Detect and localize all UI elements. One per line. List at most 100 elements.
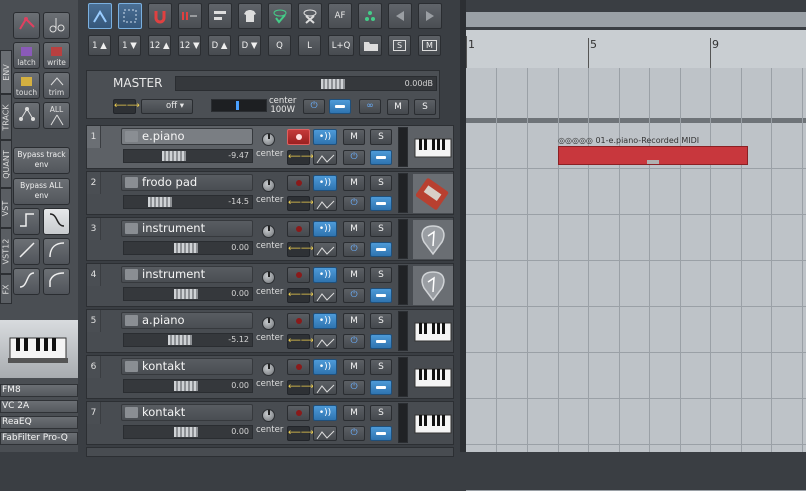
fx-button[interactable]: [370, 380, 392, 395]
power-icon[interactable]: ⏻: [343, 334, 365, 349]
fx-button[interactable]: [370, 242, 392, 257]
io-routing-button[interactable]: ⟵⟶: [287, 380, 314, 395]
solo-button[interactable]: S: [370, 267, 392, 283]
power-icon[interactable]: ⏻: [343, 150, 365, 165]
mute-button[interactable]: M: [343, 359, 365, 375]
fx-button[interactable]: [370, 426, 392, 441]
folder-icon[interactable]: [125, 269, 138, 280]
folder-icon[interactable]: [359, 35, 382, 56]
track-name-field[interactable]: kontakt: [121, 358, 253, 375]
shape-linear-button[interactable]: [13, 238, 40, 265]
mute-button[interactable]: M: [343, 313, 365, 329]
track-name-field[interactable]: kontakt: [121, 404, 253, 421]
track-name-field[interactable]: instrument: [121, 220, 253, 237]
envelope-icon[interactable]: [313, 196, 337, 211]
tab-track[interactable]: TRACK: [0, 94, 12, 140]
master-pan-slider[interactable]: [211, 99, 267, 112]
envelope-points-button[interactable]: [13, 102, 40, 129]
snap-magnet-icon[interactable]: [148, 3, 172, 29]
grid-snap-icon[interactable]: [118, 3, 142, 29]
touch-button[interactable]: touch: [13, 72, 40, 99]
tab-vst12[interactable]: VST12: [0, 228, 12, 274]
all-button[interactable]: ALL: [43, 102, 70, 129]
master-volume-fader[interactable]: 0.00dB: [175, 76, 437, 91]
master-fader-knob[interactable]: [321, 79, 345, 89]
io-routing-button[interactable]: ⟵⟶: [287, 196, 314, 211]
track-row[interactable]: 2 frodo pad -14.5 center •)) M S ⟵⟶ ⏻: [86, 171, 454, 215]
fader-knob[interactable]: [174, 427, 198, 437]
pan-knob[interactable]: [262, 179, 275, 192]
monitor-icon[interactable]: •)): [313, 405, 337, 421]
pan-knob[interactable]: [262, 271, 275, 284]
shape-square-button[interactable]: [13, 208, 40, 235]
shape-slow-button[interactable]: [43, 208, 70, 235]
master-io-button[interactable]: ⟵⟶: [113, 99, 140, 114]
power-icon[interactable]: ⏻: [343, 288, 365, 303]
record-arm-button[interactable]: [287, 359, 310, 375]
pan-knob[interactable]: [262, 363, 275, 376]
power-icon[interactable]: ⏻: [343, 196, 365, 211]
folder-icon[interactable]: [125, 223, 138, 234]
fx-slot[interactable]: VC 2A: [0, 400, 78, 413]
record-arm-button[interactable]: [287, 175, 310, 191]
track-name-field[interactable]: frodo pad: [121, 174, 253, 191]
bypass-track-env-button[interactable]: Bypass track env: [13, 147, 70, 174]
monitor-icon[interactable]: •)): [313, 221, 337, 237]
timeline-ruler[interactable]: 1 5 9: [466, 30, 806, 68]
solo-button[interactable]: S: [370, 129, 392, 145]
folder-icon[interactable]: [125, 177, 138, 188]
fx-button[interactable]: [370, 196, 392, 211]
shape-fast-end-button[interactable]: [43, 268, 70, 295]
fader-knob[interactable]: [174, 381, 198, 391]
folder-icon[interactable]: [125, 315, 138, 326]
tab-vst[interactable]: VST: [0, 188, 12, 228]
eye-cross-icon[interactable]: [298, 3, 322, 29]
track-name-field[interactable]: instrument: [121, 266, 253, 283]
d-up-button[interactable]: D ▲: [208, 35, 231, 56]
fx-slot[interactable]: FM8: [0, 384, 78, 397]
tab-env[interactable]: ENV: [0, 50, 12, 94]
power-icon[interactable]: ⏻: [343, 380, 365, 395]
midi-item-body[interactable]: [558, 146, 748, 165]
track-row[interactable]: 5 a.piano -5.12 center •)) M S ⟵⟶ ⏻: [86, 309, 454, 353]
master-fx-button[interactable]: [329, 99, 351, 114]
envelope-tool-button[interactable]: [13, 12, 40, 39]
power-icon[interactable]: ⏻: [343, 242, 365, 257]
trim-button[interactable]: trim: [43, 72, 70, 99]
write-button[interactable]: write: [43, 42, 70, 69]
monitor-icon[interactable]: •)): [313, 313, 337, 329]
envelope-icon[interactable]: [313, 150, 337, 165]
latch-button[interactable]: latch: [13, 42, 40, 69]
solo-button[interactable]: S: [370, 221, 392, 237]
mute-box-button[interactable]: M: [418, 35, 441, 56]
monitor-icon[interactable]: •)): [313, 359, 337, 375]
fx-button[interactable]: [370, 334, 392, 349]
record-arm-button[interactable]: [287, 313, 310, 329]
next-icon[interactable]: [418, 3, 442, 29]
midi-item[interactable]: ◎◎◎◎◎ 01-e.piano-Recorded MIDI: [558, 134, 748, 166]
legato-quantize-button[interactable]: L+Q: [328, 35, 354, 56]
power-icon[interactable]: ⏻: [343, 426, 365, 441]
fx-slot[interactable]: ReaEQ: [0, 416, 78, 429]
folder-icon[interactable]: [125, 407, 138, 418]
bypass-all-env-button[interactable]: Bypass ALL env: [13, 178, 70, 205]
monitor-icon[interactable]: •)): [313, 129, 337, 145]
mute-button[interactable]: M: [343, 405, 365, 421]
envelope-icon[interactable]: [313, 426, 337, 441]
master-solo-button[interactable]: S: [414, 99, 436, 115]
track-row[interactable]: 4 instrument 0.00 center •)) M S ⟵⟶ ⏻: [86, 263, 454, 307]
tab-quant[interactable]: QUANT: [0, 140, 12, 188]
io-routing-button[interactable]: ⟵⟶: [287, 150, 314, 165]
track-row[interactable]: 7 kontakt 0.00 center •)) M S ⟵⟶ ⏻: [86, 401, 454, 445]
solo-box-button[interactable]: S: [388, 35, 411, 56]
io-routing-button[interactable]: ⟵⟶: [287, 288, 314, 303]
fx-button[interactable]: [370, 288, 392, 303]
shape-fast-button[interactable]: [43, 238, 70, 265]
shape-bezier-button[interactable]: [13, 268, 40, 295]
fader-knob[interactable]: [174, 243, 198, 253]
track-name-field[interactable]: a.piano: [121, 312, 253, 329]
mute-button[interactable]: M: [343, 221, 365, 237]
record-arm-button[interactable]: [287, 405, 310, 421]
record-arm-button[interactable]: [287, 221, 310, 237]
master-env-mode-select[interactable]: off ▾: [141, 99, 193, 114]
